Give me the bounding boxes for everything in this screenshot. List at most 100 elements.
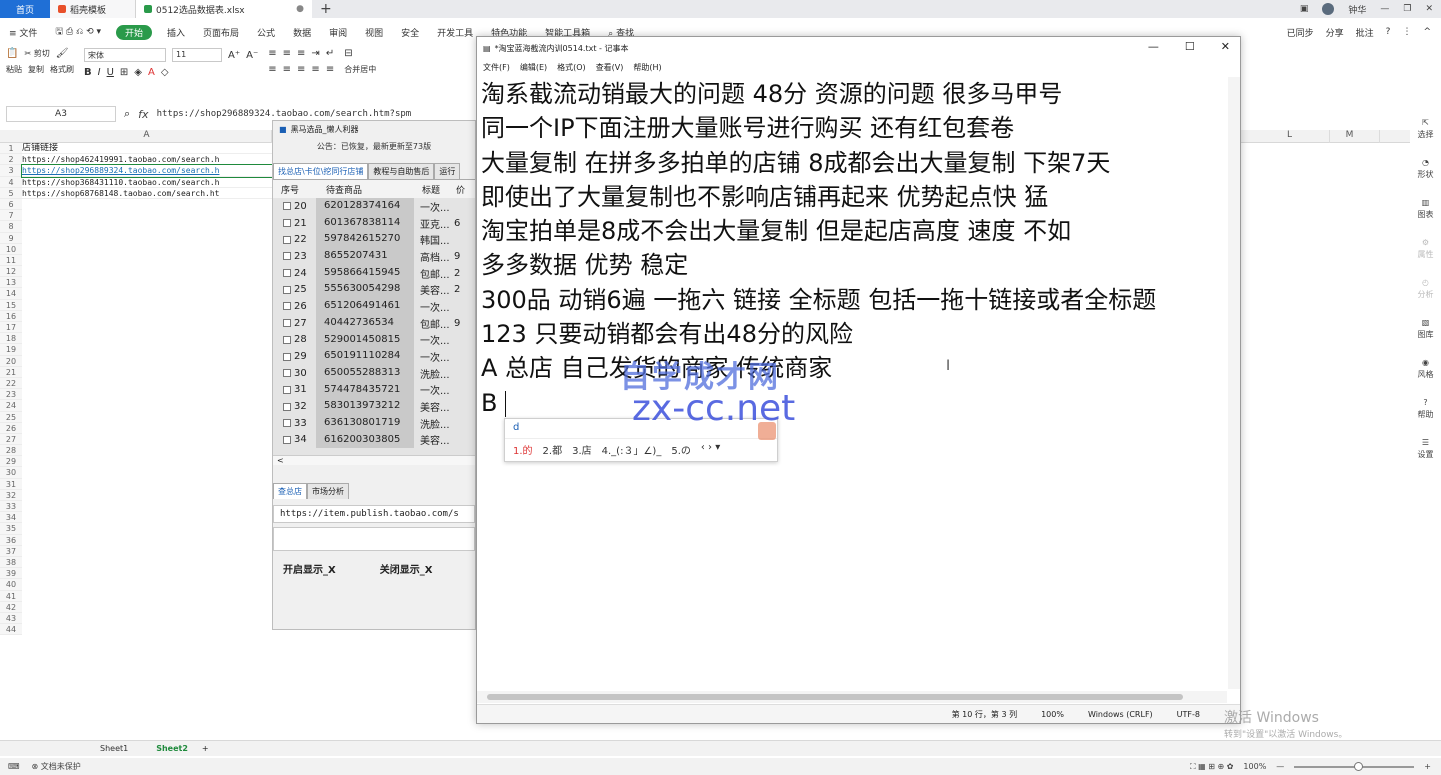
fx-icon[interactable]: fx — [138, 108, 148, 121]
font-select[interactable]: 宋体 — [84, 48, 166, 62]
share-button[interactable]: 分享 — [1326, 26, 1344, 39]
list-item[interactable]: 20 620128374164 一次... — [273, 198, 475, 215]
align-right-icon[interactable]: ≡ — [297, 64, 305, 75]
row-header[interactable]: 36 — [0, 534, 22, 546]
scroll-thumb[interactable] — [487, 694, 1183, 700]
row-header[interactable]: 11 — [0, 254, 22, 267]
minimize-icon[interactable]: — — [1380, 4, 1389, 14]
cut-button[interactable]: ✂ 剪切 — [24, 48, 49, 59]
distribute-icon[interactable]: ≡ — [326, 64, 334, 75]
header-product[interactable]: 待查商品 — [318, 183, 416, 196]
row-checkbox[interactable] — [283, 302, 291, 311]
avatar[interactable] — [1322, 3, 1335, 15]
bold-icon[interactable]: B — [84, 67, 92, 78]
close-window-icon[interactable]: ✕ — [1425, 4, 1433, 14]
col-header-m[interactable]: M — [1320, 130, 1380, 143]
merge-center-button[interactable]: 合并居中 — [344, 64, 376, 75]
row-header[interactable]: 23 — [0, 389, 22, 401]
row-header[interactable]: 10 — [0, 243, 22, 255]
align-middle-icon[interactable]: ≡ — [283, 48, 291, 59]
fill-color-icon[interactable]: ◈ — [134, 67, 142, 78]
italic-icon[interactable]: I — [98, 67, 101, 78]
restore-icon[interactable]: ❐ — [1403, 4, 1411, 14]
cell-a2[interactable]: https://shop462419991.taobao.com/search.… — [22, 154, 282, 166]
maximize-icon[interactable]: ☐ — [1185, 40, 1195, 53]
format-painter-icon[interactable]: 🖌 — [56, 48, 69, 59]
row-header[interactable]: 33 — [0, 501, 22, 513]
row-checkbox[interactable] — [283, 269, 291, 278]
layout-icon[interactable]: ▣ — [1300, 4, 1309, 14]
ime-candidate[interactable]: 1.的 — [513, 442, 533, 457]
formula-input[interactable]: https://shop296889324.taobao.com/search.… — [157, 109, 412, 119]
tab-market-analysis[interactable]: 市场分析 — [307, 483, 349, 499]
row-header[interactable]: 27 — [0, 433, 22, 446]
row-header[interactable]: 26 — [0, 422, 22, 434]
row-header[interactable]: 32 — [0, 489, 22, 501]
header-title[interactable]: 标题 — [416, 183, 456, 196]
row-header[interactable]: 42 — [0, 601, 22, 613]
row-header[interactable]: 7 — [0, 210, 22, 222]
row-header[interactable]: 31 — [0, 478, 22, 490]
menu-view[interactable]: 视图 — [356, 26, 392, 39]
menu-file[interactable]: 文件(F) — [483, 62, 510, 73]
row-header[interactable]: 34 — [0, 512, 22, 524]
quick-access-icons[interactable]: 🖫 ⎙ ⎌ ⟲ ▾ — [46, 24, 110, 40]
font-size-select[interactable]: 11 — [172, 48, 222, 62]
row-checkbox[interactable] — [283, 352, 291, 361]
list-item[interactable]: 28 529001450815 一次... — [273, 331, 475, 349]
justify-icon[interactable]: ≡ — [311, 64, 319, 75]
row-checkbox[interactable] — [283, 335, 291, 344]
row-header[interactable]: 25 — [0, 411, 22, 423]
product-list[interactable]: 序号 待查商品 标题 价 20 620128374164 一次... 21 601367… — [273, 180, 475, 455]
zoom-find-icon[interactable]: ⌕ — [124, 107, 130, 121]
row-checkbox[interactable] — [283, 402, 291, 411]
zoom-slider[interactable] — [1294, 761, 1415, 771]
align-center-icon[interactable]: ≡ — [283, 64, 291, 75]
row-checkbox[interactable] — [283, 252, 291, 261]
tab-xlsx-file[interactable]: 0512选品数据表.xlsx ● — [136, 0, 312, 18]
row-header[interactable]: 35 — [0, 523, 22, 535]
align-bottom-icon[interactable]: ≡ — [297, 48, 305, 59]
col-header-l[interactable]: L — [1250, 130, 1330, 143]
add-sheet-icon[interactable]: + — [202, 744, 209, 753]
horizontal-scrollbar[interactable] — [477, 691, 1227, 703]
list-item[interactable]: 21 601367838114 亚克... 6 — [273, 214, 475, 232]
copy-button[interactable]: 复制 — [28, 64, 44, 75]
new-tab-button[interactable]: + — [320, 1, 332, 17]
row-header[interactable]: 43 — [0, 612, 22, 625]
menu-data[interactable]: 数据 — [284, 26, 320, 39]
close-icon[interactable]: ● — [296, 4, 304, 14]
row-header[interactable]: 18 — [0, 333, 22, 345]
list-item[interactable]: 30 650055288313 洗脸... — [273, 364, 475, 382]
menu-formula[interactable]: 公式 — [248, 26, 284, 39]
list-item[interactable]: 23 8655207431 高档... 9 — [273, 248, 475, 265]
help-icon[interactable]: ? — [1386, 27, 1391, 37]
row-header[interactable]: 38 — [0, 556, 22, 569]
sidepanel-gallery[interactable]: ▧ 图库 — [1418, 318, 1434, 340]
row-header[interactable]: 20 — [0, 355, 22, 367]
ime-candidate[interactable]: 3.店 — [572, 442, 592, 457]
zoom-level[interactable]: 100% — [1243, 762, 1266, 771]
row-checkbox[interactable] — [283, 202, 291, 211]
row-header[interactable]: 44 — [0, 624, 22, 636]
row-checkbox[interactable] — [283, 319, 291, 328]
border-icon[interactable]: ⊞ — [120, 67, 128, 78]
row-checkbox[interactable] — [283, 385, 291, 394]
row-header[interactable]: 14 — [0, 288, 22, 300]
row-header[interactable]: 30 — [0, 467, 22, 479]
row-header[interactable]: 17 — [0, 322, 22, 334]
tab-check-shop[interactable]: 查总店 — [273, 483, 307, 499]
merge-icon[interactable]: ⊟ — [344, 48, 352, 59]
row-header[interactable]: 1 — [0, 143, 22, 155]
row-checkbox[interactable] — [283, 435, 291, 444]
list-item[interactable]: 31 574478435721 一次... — [273, 381, 475, 399]
row-header[interactable]: 37 — [0, 545, 22, 557]
sidepanel-chart[interactable]: ▥ 图表 — [1418, 198, 1434, 220]
menu-view[interactable]: 查看(V) — [596, 62, 624, 73]
zoom-in-icon[interactable]: + — [1424, 762, 1431, 771]
menu-insert[interactable]: 插入 — [158, 26, 194, 39]
vertical-scrollbar[interactable] — [1228, 77, 1240, 689]
list-item[interactable]: 24 595866415945 包邮... 2 — [273, 264, 475, 282]
grow-font-icon[interactable]: A⁺ — [228, 50, 240, 61]
row-header[interactable]: 16 — [0, 310, 22, 322]
